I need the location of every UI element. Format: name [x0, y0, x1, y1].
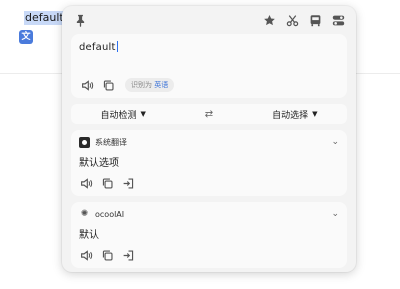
ocoolai-icon: ✺ [80, 208, 89, 219]
source-text-value: default [79, 42, 116, 53]
detected-label: 识别为 [131, 81, 152, 89]
result-actions [79, 176, 339, 190]
service-name: ocoolAI [95, 209, 125, 219]
popup-toolbar [71, 6, 347, 34]
selected-text[interactable]: default [24, 11, 65, 25]
chevron-down-icon[interactable]: ⌄ [331, 209, 339, 219]
speaker-icon[interactable] [79, 176, 93, 190]
detected-language-badge[interactable]: 识别为 英语 [125, 78, 175, 92]
target-language-select[interactable]: 自动选择 ▼ [272, 108, 317, 121]
system-translate-icon [79, 136, 90, 148]
translation-popup: default 识别为 英语 自动检测 ▼ ⇄ 自动选择 ▼ 系统翻译 ⌄ 默认选项 [62, 6, 356, 272]
target-dropdown-icon: ▼ [312, 110, 318, 118]
result-card-system: 系统翻译 ⌄ 默认选项 [71, 130, 347, 196]
copy-icon[interactable] [100, 176, 114, 190]
result-actions [79, 248, 339, 262]
source-text-input[interactable]: default [79, 41, 339, 53]
translate-icon[interactable]: 文 [19, 30, 33, 44]
pin-icon[interactable] [73, 13, 87, 27]
copy-icon[interactable] [100, 248, 114, 262]
star-icon[interactable] [262, 13, 276, 27]
text-caret [116, 41, 118, 52]
app-icon[interactable] [308, 13, 322, 27]
speaker-icon[interactable] [80, 78, 94, 92]
chevron-down-icon[interactable]: ⌄ [331, 137, 339, 147]
translate-icon-glyph: 文 [21, 32, 31, 42]
source-language-select[interactable]: 自动检测 ▼ [100, 108, 145, 121]
speaker-icon[interactable] [79, 248, 93, 262]
insert-icon[interactable] [121, 176, 135, 190]
result-header[interactable]: ✺ ocoolAI ⌄ [79, 207, 339, 221]
result-text: 默认选项 [79, 158, 119, 169]
language-bar: 自动检测 ▼ ⇄ 自动选择 ▼ [71, 104, 347, 124]
source-language-label: 自动检测 [100, 110, 137, 121]
result-header[interactable]: 系统翻译 ⌄ [79, 135, 339, 149]
swap-icon[interactable]: ⇄ [205, 109, 213, 120]
source-dropdown-icon: ▼ [140, 110, 146, 118]
service-name: 系统翻译 [95, 137, 127, 147]
target-language-label: 自动选择 [272, 110, 309, 121]
source-input-card[interactable]: default 识别为 英语 [71, 34, 347, 98]
scissors-icon[interactable] [285, 13, 299, 27]
detected-language: 英语 [154, 81, 169, 89]
toggle-icon[interactable] [331, 13, 345, 27]
copy-icon[interactable] [101, 78, 115, 92]
input-actions: 识别为 英语 [80, 78, 175, 92]
insert-icon[interactable] [121, 248, 135, 262]
result-text: 默认 [79, 230, 99, 241]
result-card-ocoolai: ✺ ocoolAI ⌄ 默认 [71, 202, 347, 268]
